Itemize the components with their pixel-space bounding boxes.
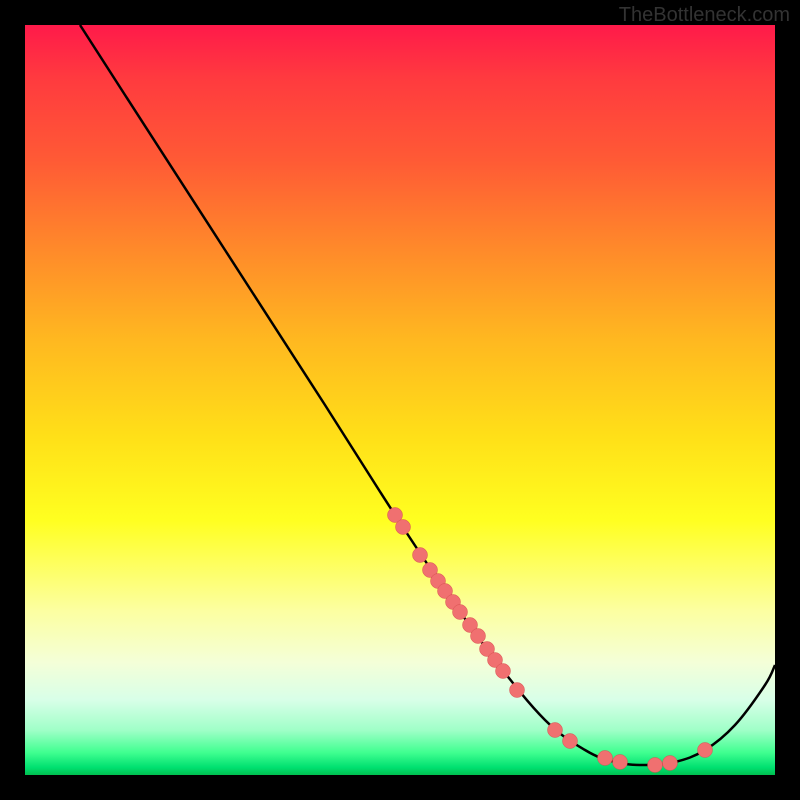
data-marker xyxy=(698,743,713,758)
data-marker xyxy=(648,758,663,773)
chart-container: TheBottleneck.com xyxy=(0,0,800,800)
data-marker xyxy=(510,683,525,698)
data-marker xyxy=(598,751,613,766)
curve-svg xyxy=(25,25,775,775)
plot-area xyxy=(25,25,775,775)
data-marker xyxy=(663,756,678,771)
bottleneck-curve xyxy=(80,25,775,765)
data-marker xyxy=(496,664,511,679)
data-marker xyxy=(413,548,428,563)
data-marker xyxy=(396,520,411,535)
watermark-text: TheBottleneck.com xyxy=(619,4,790,27)
data-marker xyxy=(471,629,486,644)
data-marker xyxy=(563,734,578,749)
data-marker xyxy=(453,605,468,620)
data-markers xyxy=(388,508,713,773)
data-marker xyxy=(548,723,563,738)
data-marker xyxy=(613,755,628,770)
